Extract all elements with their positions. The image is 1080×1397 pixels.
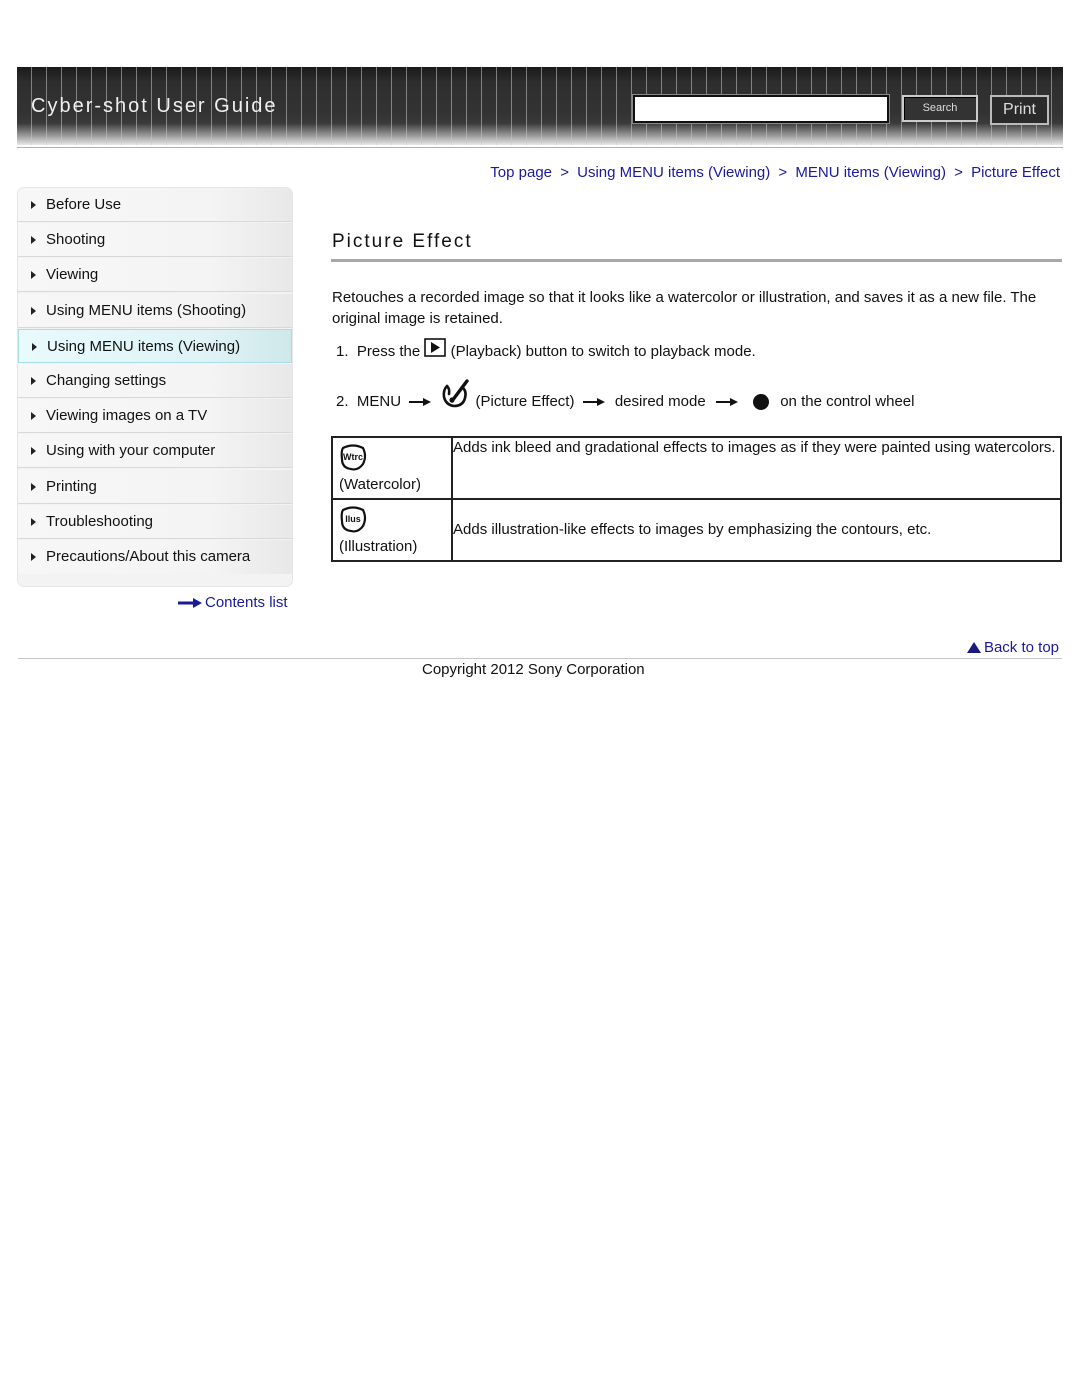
sidebar-item-using-menu-shooting[interactable]: Using MENU items (Shooting) — [18, 293, 292, 328]
sidebar-item-using-menu-viewing[interactable]: Using MENU items (Viewing) — [18, 328, 292, 363]
breadcrumb-top-page[interactable]: Top page — [490, 164, 552, 181]
arrow-right-icon — [409, 398, 432, 407]
step-number: 1. — [336, 343, 349, 360]
title-divider — [331, 259, 1062, 262]
sidebar-item-printing[interactable]: Printing — [18, 469, 292, 504]
triangle-right-icon — [32, 342, 37, 351]
breadcrumb-using-menu-viewing[interactable]: Using MENU items (Viewing) — [577, 164, 770, 181]
sidebar-item-shooting[interactable]: Shooting — [18, 223, 292, 258]
triangle-right-icon — [31, 306, 36, 315]
sidebar-item-label: Printing — [46, 477, 97, 495]
site-header: Cyber-shot User Guide Search Print — [17, 67, 1063, 145]
arrow-right-icon — [582, 398, 605, 407]
sidebar-nav: Before Use Shooting Viewing Using MENU i… — [18, 188, 292, 586]
sidebar-item-label: Before Use — [46, 196, 122, 213]
sidebar-item-label: Viewing images on a TV — [46, 407, 208, 425]
mode-cell: Ilus (Illustration) — [331, 498, 453, 562]
copyright-text: Copyright 2012 Sony Corporation — [422, 661, 645, 678]
modes-table: Wtrc (Watercolor) Adds ink bleed and gra… — [331, 436, 1062, 562]
center-button-icon — [753, 394, 770, 411]
triangle-right-icon — [31, 482, 36, 491]
contents-list-link[interactable]: Contents list — [178, 594, 288, 611]
triangle-right-icon — [31, 201, 36, 209]
illustration-icon: Ilus — [340, 506, 367, 533]
mode-name: (Watercolor) — [339, 476, 421, 493]
sidebar-item-label: Using with your computer — [46, 442, 216, 460]
svg-text:Ilus: Ilus — [345, 514, 361, 524]
footer-divider — [18, 658, 1062, 659]
breadcrumb-menu-items-viewing[interactable]: MENU items (Viewing) — [795, 164, 946, 181]
sidebar-item-using-with-computer[interactable]: Using with your computer — [18, 434, 292, 469]
triangle-right-icon — [31, 447, 36, 456]
sidebar-item-label: Viewing — [46, 266, 99, 284]
sidebar-item-label: Using MENU items (Shooting) — [46, 301, 247, 319]
sidebar-item-precautions[interactable]: Precautions/About this camera — [18, 539, 292, 574]
page-title: Picture Effect — [332, 231, 473, 252]
breadcrumb-separator: > — [560, 164, 569, 181]
mode-name: (Illustration) — [339, 538, 418, 555]
search-input[interactable] — [632, 94, 890, 124]
sidebar-item-label: Troubleshooting — [46, 512, 154, 530]
breadcrumb-picture-effect[interactable]: Picture Effect — [971, 164, 1060, 181]
back-to-top-link[interactable]: Back to top — [966, 639, 1059, 656]
watercolor-icon: Wtrc — [340, 444, 367, 471]
mode-description: Adds ink bleed and gradational effects t… — [451, 436, 1062, 500]
sidebar-item-label: Shooting — [46, 231, 106, 249]
playback-icon — [424, 338, 447, 357]
arrow-right-icon — [715, 398, 738, 407]
print-button[interactable]: Print — [990, 95, 1049, 125]
triangle-right-icon — [31, 517, 36, 526]
sidebar-item-label: Precautions/About this camera — [46, 547, 251, 565]
picture-effect-icon — [442, 379, 470, 408]
arrow-right-icon — [178, 598, 202, 609]
search-button[interactable]: Search — [902, 95, 978, 122]
menu-label: MENU — [356, 393, 402, 410]
sidebar-item-before-use[interactable]: Before Use — [18, 188, 292, 222]
triangle-right-icon — [31, 552, 36, 561]
sidebar-item-viewing[interactable]: Viewing — [18, 258, 292, 293]
triangle-right-icon — [31, 412, 36, 421]
site-title: Cyber-shot User Guide — [31, 95, 278, 117]
desired-mode-label: desired mode — [614, 393, 706, 410]
table-row: Ilus (Illustration) Adds illustration-li… — [331, 498, 1062, 562]
sidebar-item-label: Changing settings — [46, 371, 167, 389]
sidebar-item-troubleshooting[interactable]: Troubleshooting — [18, 504, 292, 539]
intro-text: Retouches a recorded image so that it lo… — [332, 289, 1037, 327]
step-1: 1. Press the (Playback) button to switch… — [336, 338, 756, 360]
breadcrumb-separator: > — [954, 164, 963, 181]
back-to-top-label: Back to top — [983, 639, 1059, 656]
mode-description: Adds illustration-like effects to images… — [451, 498, 1062, 562]
step-2: 2. MENU (Picture Effect) desired mode on… — [336, 378, 914, 411]
triangle-right-icon — [31, 236, 36, 245]
sidebar-item-viewing-on-tv[interactable]: Viewing images on a TV — [18, 399, 292, 434]
table-row: Wtrc (Watercolor) Adds ink bleed and gra… — [331, 436, 1062, 500]
step-text: Press the — [356, 343, 421, 360]
breadcrumb: Top page > Using MENU items (Viewing) > … — [490, 164, 1060, 181]
triangle-right-icon — [31, 271, 36, 280]
contents-list-label: Contents list — [205, 594, 288, 611]
svg-text:Wtrc: Wtrc — [343, 452, 363, 462]
mode-cell: Wtrc (Watercolor) — [331, 436, 453, 500]
triangle-up-icon — [966, 642, 981, 653]
picture-effect-label: (Picture Effect) — [475, 393, 575, 410]
step-number: 2. — [336, 393, 349, 410]
sidebar-item-changing-settings[interactable]: Changing settings — [18, 363, 292, 398]
step-text: (Playback) button to switch to playback … — [450, 343, 756, 360]
header-divider — [17, 147, 1063, 148]
triangle-right-icon — [31, 376, 36, 385]
breadcrumb-separator: > — [778, 164, 788, 181]
sidebar-item-label: Using MENU items (Viewing) — [47, 337, 241, 355]
control-wheel-text: on the control wheel — [780, 393, 915, 410]
